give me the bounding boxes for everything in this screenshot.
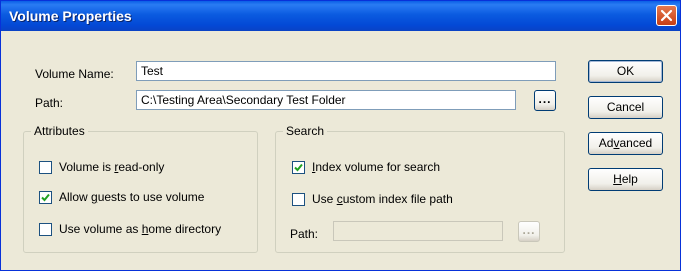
ok-button[interactable]: OK (588, 60, 663, 83)
checkmark-icon (41, 193, 50, 202)
close-button[interactable] (656, 5, 677, 26)
checkbox-box (292, 161, 305, 174)
help-button[interactable]: Help (588, 168, 663, 191)
readonly-checkbox-label: Volume is read-only (59, 160, 165, 174)
home-directory-checkbox-label: Use volume as home directory (59, 222, 222, 236)
search-browse-button[interactable]: ... (518, 221, 540, 242)
attributes-group-title: Attributes (31, 124, 88, 138)
browse-path-button[interactable]: ... (534, 90, 556, 111)
custom-index-path-checkbox-label: Use custom index file path (312, 192, 453, 206)
search-path-field[interactable] (333, 221, 503, 241)
volume-name-field[interactable]: Test (136, 61, 556, 81)
title-bar[interactable]: Volume Properties (1, 1, 680, 31)
close-icon (660, 9, 673, 22)
allow-guests-checkbox-label: Allow guests to use volume (59, 190, 205, 204)
checkbox-box (39, 161, 52, 174)
path-field[interactable]: C:\Testing Area\Secondary Test Folder (136, 90, 516, 110)
search-group-title: Search (283, 124, 328, 138)
checkmark-icon (294, 163, 303, 172)
volume-properties-dialog: Volume Properties Volume Name: Test Path… (0, 0, 681, 271)
index-volume-checkbox-label: Index volume for search (312, 160, 441, 174)
checkbox-box (39, 191, 52, 204)
advanced-button[interactable]: Advanced (588, 132, 663, 155)
checkbox-box (292, 193, 305, 206)
volume-name-label: Volume Name: (35, 67, 114, 81)
path-label: Path: (35, 96, 64, 110)
window-title: Volume Properties (9, 8, 132, 24)
cancel-button[interactable]: Cancel (588, 96, 663, 119)
search-path-label: Path: (290, 227, 319, 241)
checkbox-box (39, 223, 52, 236)
